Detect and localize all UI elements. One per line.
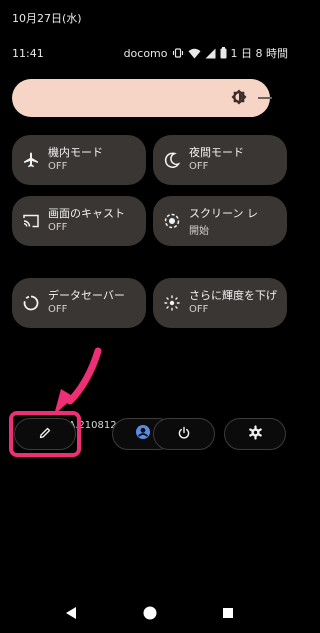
pencil-icon bbox=[38, 425, 52, 444]
status-bar-right: docomo 1 日 8 時間 bbox=[124, 45, 288, 61]
tile-state: OFF bbox=[189, 304, 209, 315]
extra-dim-icon bbox=[163, 294, 181, 312]
tile-state: OFF bbox=[48, 304, 68, 315]
clock: 11:41 bbox=[12, 47, 44, 60]
tile-state: 開始 bbox=[189, 226, 209, 237]
cast-icon bbox=[22, 212, 40, 230]
home-icon[interactable] bbox=[143, 606, 157, 620]
tile-label: データセーバー bbox=[48, 289, 125, 302]
arrow-annotation bbox=[54, 347, 102, 415]
vibrate-icon bbox=[172, 47, 184, 59]
tile-screen-record[interactable]: スクリーン レ 開始 bbox=[153, 196, 287, 246]
tile-data-saver[interactable]: データセーバー OFF bbox=[12, 278, 146, 328]
edit-button[interactable] bbox=[14, 418, 76, 450]
tile-airplane-mode[interactable]: 機内モード OFF bbox=[12, 135, 146, 185]
tile-state: OFF bbox=[48, 161, 68, 172]
battery-icon bbox=[220, 47, 227, 59]
tile-label: スクリーン レ bbox=[189, 207, 258, 220]
tile-extra-dim[interactable]: さらに輝度を下げ OFF bbox=[153, 278, 287, 328]
tile-state: OFF bbox=[189, 161, 209, 172]
tile-night-mode[interactable]: 夜間モード OFF bbox=[153, 135, 287, 185]
tile-state: OFF bbox=[48, 222, 68, 233]
screen-record-icon bbox=[163, 212, 181, 230]
brightness-track bbox=[258, 97, 272, 99]
data-saver-icon bbox=[22, 294, 40, 312]
power-icon bbox=[177, 425, 191, 444]
gear-icon bbox=[248, 424, 263, 444]
user-icon bbox=[135, 424, 151, 444]
recents-icon[interactable] bbox=[223, 608, 233, 618]
airplane-icon bbox=[22, 151, 40, 169]
moon-icon bbox=[163, 151, 181, 169]
settings-button[interactable] bbox=[224, 418, 286, 450]
date-label: 10月27日(水) bbox=[12, 12, 82, 25]
navigation-bar bbox=[66, 606, 233, 620]
tile-screen-cast[interactable]: 画面のキャスト OFF bbox=[12, 196, 146, 246]
back-icon[interactable] bbox=[66, 607, 76, 619]
tile-label: 夜間モード bbox=[189, 146, 244, 159]
tile-label: 画面のキャスト bbox=[48, 207, 125, 220]
battery-remaining-label: 1 日 8 時間 bbox=[230, 47, 289, 60]
tile-label: さらに輝度を下げ bbox=[189, 289, 277, 302]
carrier-label: docomo bbox=[123, 46, 168, 60]
wifi-icon bbox=[188, 48, 201, 59]
tile-label: 機内モード bbox=[48, 146, 103, 159]
signal-icon bbox=[205, 48, 216, 59]
brightness-icon bbox=[230, 88, 248, 106]
power-button[interactable] bbox=[153, 418, 215, 450]
